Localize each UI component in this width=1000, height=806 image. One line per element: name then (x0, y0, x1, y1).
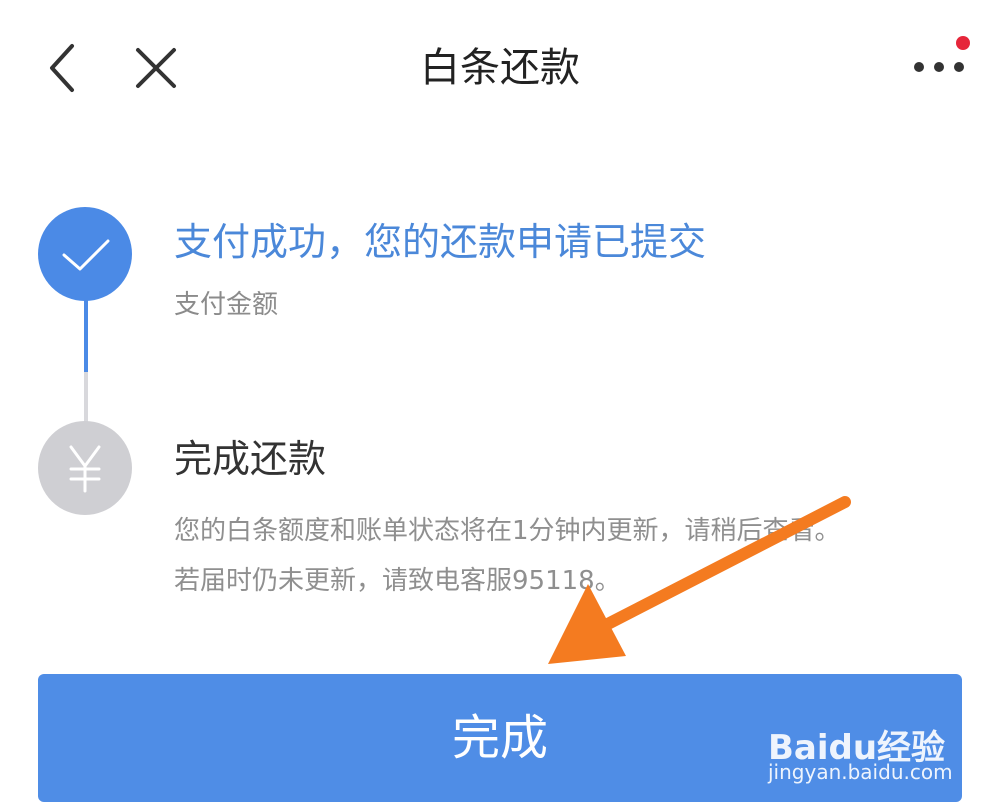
description-line: 您的白条额度和账单状态将在1分钟内更新，请稍后查看。 (174, 516, 841, 546)
more-dots-icon (934, 62, 944, 72)
more-options-button[interactable] (904, 34, 978, 94)
yuan-icon (69, 445, 101, 493)
watermark-url: jingyan.baidu.com (768, 760, 953, 784)
progress-line-pending (84, 372, 88, 424)
step-complete-title: 完成还款 (174, 437, 327, 481)
progress-line-completed (84, 300, 88, 372)
step-complete-description: 您的白条额度和账单状态将在1分钟内更新，请稍后查看。 若届时仍未更新，请致电客服… (174, 506, 974, 606)
check-icon (62, 239, 110, 271)
step-success-indicator (38, 207, 132, 301)
payment-amount-label: 支付金额 (174, 290, 279, 320)
baidu-watermark: Baidu经验 jingyan.baidu.com (768, 700, 988, 790)
more-dots-icon (914, 62, 924, 72)
top-nav-bar: 白条还款 (0, 0, 1000, 140)
step-success-title: 支付成功，您的还款申请已提交 (174, 220, 707, 264)
page-title: 白条还款 (420, 45, 580, 91)
more-dots-icon (954, 62, 964, 72)
notification-dot (956, 36, 970, 50)
step-complete-indicator (38, 421, 132, 515)
description-line: 若届时仍未更新，请致电客服95118。 (174, 566, 621, 596)
